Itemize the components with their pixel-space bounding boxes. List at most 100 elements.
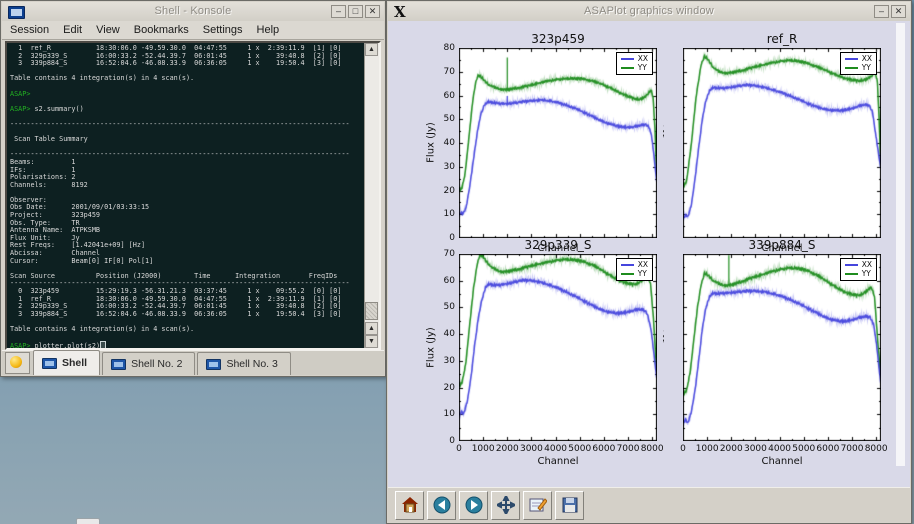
legend: XXYY [616, 52, 653, 75]
legend-line-swatch [845, 58, 858, 60]
legend-label: XX [638, 54, 648, 63]
new-session-icon [10, 356, 22, 368]
terminal-line [10, 83, 363, 91]
xaxis-label: Channel [459, 456, 657, 467]
asaplot-titlebar[interactable]: X ASAPlot graphics window – ✕ [388, 2, 910, 22]
yaxis-label-clipped: Flux (Jy) [663, 123, 665, 164]
legend-label: XX [862, 260, 872, 269]
terminal-line [10, 334, 363, 342]
minimize-button[interactable]: – [331, 5, 346, 18]
subplot-ref-r: ref_RChannelFlux (Jy)XXYY [683, 48, 881, 238]
subplot-title: 339p884_S [683, 238, 881, 252]
save-icon [561, 496, 579, 514]
tab-label: Shell No. 2 [131, 358, 182, 370]
ytick-label: 20 [433, 383, 455, 393]
terminal-line: Channels: 8192 [10, 182, 363, 190]
tab-shell-no-3[interactable]: Shell No. 3 [197, 352, 290, 375]
legend-entry: XX [845, 54, 872, 63]
tab-label: Shell [62, 357, 87, 369]
legend-entry: XX [845, 260, 872, 269]
menu-item-edit[interactable]: Edit [63, 24, 82, 36]
ytick-label: 10 [433, 209, 455, 219]
home-icon [401, 496, 419, 514]
menu-item-help[interactable]: Help [257, 24, 280, 36]
scroll-up-icon[interactable]: ▲ [365, 43, 378, 56]
canvas-edge-strip [896, 23, 905, 466]
subplots-icon [529, 496, 547, 514]
konsole-titlebar[interactable]: Shell - Konsole – □ ✕ [2, 2, 384, 22]
konsole-tabbar: Shell Shell No. 2 Shell No. 3 [2, 350, 384, 375]
asaplot-window: X ASAPlot graphics window – ✕ 323p459Cha… [386, 0, 912, 524]
legend-label: XX [862, 54, 872, 63]
terminal-line: Table contains 4 integration(s) in 4 sca… [10, 326, 363, 334]
menu-item-session[interactable]: Session [10, 24, 49, 36]
close-button[interactable]: ✕ [365, 5, 380, 18]
terminal-line: ----------------------------------------… [10, 121, 363, 129]
terminal-icon [42, 358, 57, 369]
plot-toolbar [388, 487, 910, 522]
legend: XXYY [840, 52, 877, 75]
konsole-window: Shell - Konsole – □ ✕ Session Edit View Boo… [0, 0, 386, 377]
subplot-title: ref_R [683, 32, 881, 46]
terminal-scrollbar[interactable]: ▲ ▲ ▼ [364, 43, 379, 348]
back-button[interactable] [427, 491, 456, 520]
home-button[interactable] [395, 491, 424, 520]
ytick-label: 80 [433, 43, 455, 53]
terminal-output[interactable]: 1 ref_R 18:30:06.0 -49.59.30.0 04:47:55 … [10, 45, 363, 348]
scroll-up2-icon[interactable]: ▲ [365, 322, 378, 335]
legend-entry: YY [845, 269, 872, 278]
menu-item-view[interactable]: View [96, 24, 120, 36]
forward-icon [465, 496, 483, 514]
legend-line-swatch [621, 67, 634, 69]
ytick-label: 70 [433, 249, 455, 259]
terminal-frame: 1 ref_R 18:30:06.0 -49.59.30.0 04:47:55 … [5, 41, 381, 350]
plot-canvas[interactable] [683, 48, 881, 238]
yaxis-label: Flux (Jy) [426, 317, 437, 377]
legend-label: XX [638, 260, 648, 269]
asaplot-window-title: ASAPlot graphics window [388, 5, 910, 17]
legend-entry: XX [621, 260, 648, 269]
terminal-line: 3 339p884_S 16:52:04.6 -46.08.33.9 06:36… [10, 311, 363, 319]
ytick-label: 40 [433, 329, 455, 339]
ytick-label: 60 [433, 276, 455, 286]
terminal-line: Scan Table Summary [10, 136, 363, 144]
ytick-label: 50 [433, 302, 455, 312]
tab-label: Shell No. 3 [226, 358, 277, 370]
legend-line-swatch [845, 273, 858, 275]
terminal-icon [111, 359, 126, 370]
subplot-title: 329p339_S [459, 238, 657, 252]
tab-shell-no-2[interactable]: Shell No. 2 [102, 352, 195, 375]
legend: XXYY [616, 258, 653, 281]
plot-canvas[interactable] [459, 254, 657, 441]
konsole-menubar: Session Edit View Bookmarks Settings Help [2, 21, 384, 40]
menu-item-bookmarks[interactable]: Bookmarks [134, 24, 189, 36]
legend-label: YY [862, 269, 871, 278]
plot-canvas[interactable] [459, 48, 657, 238]
close-button[interactable]: ✕ [891, 5, 906, 18]
subplots-button[interactable] [523, 491, 552, 520]
back-icon [433, 496, 451, 514]
forward-button[interactable] [459, 491, 488, 520]
pan-button[interactable] [491, 491, 520, 520]
scrollbar-thumb[interactable] [365, 302, 378, 320]
legend: XXYY [840, 258, 877, 281]
legend-line-swatch [621, 264, 634, 266]
scroll-down-icon[interactable]: ▼ [365, 335, 378, 348]
minimize-button[interactable]: – [874, 5, 889, 18]
taskbar-sliver[interactable] [76, 518, 100, 524]
menu-item-settings[interactable]: Settings [203, 24, 243, 36]
legend-line-swatch [845, 67, 858, 69]
terminal-line: Table contains 4 integration(s) in 4 sca… [10, 75, 363, 83]
asap-prompt: ASAP> [10, 342, 30, 348]
terminal-line: Cursor: Beam[0] IF[0] Pol[1] [10, 258, 363, 266]
subplot-339p884-s: 339p884_SFlux (Jy)0100020003000400050006… [683, 254, 881, 441]
save-button[interactable] [555, 491, 584, 520]
plot-canvas[interactable] [683, 254, 881, 441]
ytick-label: 10 [433, 409, 455, 419]
terminal-line: ASAP> [10, 91, 363, 99]
legend-label: YY [862, 63, 871, 72]
tab-shell[interactable]: Shell [33, 350, 100, 375]
maximize-button[interactable]: □ [348, 5, 363, 18]
terminal-line: ASAP> plotter.plot(s2) [10, 341, 363, 348]
new-session-button[interactable] [5, 352, 30, 374]
